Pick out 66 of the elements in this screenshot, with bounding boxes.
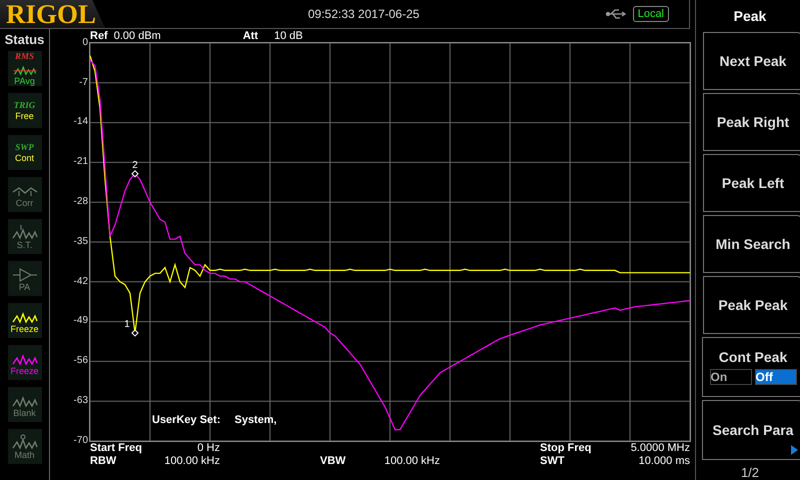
ref-level-value: 0.00 dBm <box>114 30 161 42</box>
footer-value: 100.00 kHz <box>383 455 440 467</box>
marker-icon <box>131 329 139 337</box>
footer-value: 0 Hz <box>196 442 220 454</box>
status-label: Cont <box>14 153 34 163</box>
y-axis-label: -49 <box>74 315 88 328</box>
marker-icon <box>131 170 139 178</box>
status-badge-text: RMS <box>14 51 34 62</box>
attenuation-value: 10 dB <box>274 30 303 42</box>
status-label: Math <box>14 450 34 460</box>
footer-label: VBW <box>320 455 347 467</box>
y-axis-label: -7 <box>79 76 88 89</box>
brand-logo: RIGOL <box>0 0 105 28</box>
status-badge-text: SWP <box>15 142 34 153</box>
softkey-label: Cont Peak <box>718 349 788 365</box>
userkey-label: UserKey Set: <box>152 414 220 426</box>
softkey[interactable]: Next Peak <box>703 32 800 90</box>
menu-page-indicator: 1/2 <box>740 465 760 480</box>
remote-status-badge: Local <box>632 6 669 22</box>
softkey[interactable]: Peak Right <box>703 93 800 151</box>
status-icon <box>10 224 38 240</box>
y-axis-label: 0 <box>82 36 88 49</box>
attenuation-label: Att <box>242 30 258 42</box>
footer-label: SWT <box>540 455 566 467</box>
y-axis-label: -35 <box>74 236 88 248</box>
userkey-value: System, <box>234 414 277 426</box>
y-axis-label: -56 <box>74 355 88 368</box>
y-axis-label: -28 <box>74 196 88 208</box>
footer-value: 5.0000 MHz <box>630 442 690 454</box>
submenu-arrow-icon <box>791 445 798 455</box>
marker-label: 2 <box>132 160 138 171</box>
y-axis-label: -42 <box>74 276 88 288</box>
status-label: Freeze <box>10 366 38 376</box>
date-time: 09:52:33 2017-06-25 <box>308 7 420 21</box>
toggle-option[interactable]: On <box>710 369 752 385</box>
status-label: PA <box>18 282 30 292</box>
toggle-option[interactable]: Off <box>754 369 796 385</box>
footer-label: Stop Freq <box>540 442 592 454</box>
footer-value: 10.000 ms <box>638 455 690 467</box>
footer-label: RBW <box>90 455 118 467</box>
status-badge-text: TRIG <box>14 100 36 111</box>
status-label: Corr <box>16 198 34 208</box>
status-label: Freeze <box>10 324 38 334</box>
softkey[interactable]: Min Search <box>703 215 800 273</box>
y-axis-label: -14 <box>74 116 88 128</box>
status-label: PAvg <box>14 76 35 86</box>
usb-icon <box>604 8 627 20</box>
y-axis-label: -21 <box>74 156 88 168</box>
softkey[interactable]: Peak Peak <box>703 276 800 334</box>
status-label: S.T. <box>16 240 32 250</box>
softkey[interactable]: Search Para <box>702 400 800 460</box>
footer-label: Start Freq <box>90 442 143 454</box>
ref-level-label: Ref <box>90 30 108 42</box>
menu-title: Peak <box>734 7 766 26</box>
status-title: Status <box>4 32 44 47</box>
status-label: Blank <box>13 408 36 418</box>
footer-value: 100.00 kHz <box>163 455 220 467</box>
y-axis-label: -70 <box>74 434 88 447</box>
status-icon <box>10 266 38 282</box>
y-axis-label: -63 <box>74 395 88 408</box>
softkey[interactable]: Cont Peak On Off <box>702 337 800 397</box>
status-label: Free <box>15 111 34 121</box>
softkey-label: Search Para <box>712 422 794 438</box>
status-icon <box>10 434 38 450</box>
softkey[interactable]: Peak Left <box>703 154 800 212</box>
marker-label: 1 <box>124 318 130 330</box>
